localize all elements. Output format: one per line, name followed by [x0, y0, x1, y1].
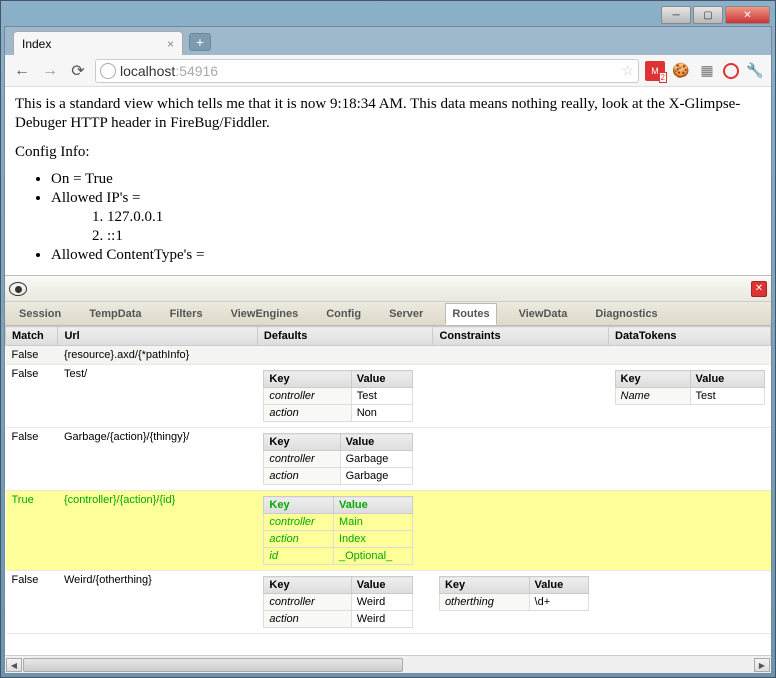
maximize-button[interactable]: ▢: [693, 6, 723, 24]
url-port: :54916: [175, 63, 218, 79]
glimpse-tab-diagnostics[interactable]: Diagnostics: [589, 304, 663, 324]
kv-table: KeyValueNameTest: [615, 370, 765, 405]
globe-icon: [100, 63, 116, 79]
close-window-button[interactable]: ✕: [725, 6, 770, 24]
glimpse-header: ✕: [5, 276, 771, 302]
config-list: On = True Allowed IP's = 127.0.0.1 ::1 A…: [15, 171, 761, 264]
glimpse-tab-viewengines[interactable]: ViewEngines: [225, 304, 305, 324]
col-defaults: Defaults: [257, 327, 433, 346]
cell-tokens: [609, 428, 771, 491]
intro-paragraph: This is a standard view which tells me t…: [15, 95, 761, 133]
scroll-right-button[interactable]: ▶: [754, 658, 770, 672]
tab-close-icon[interactable]: ×: [167, 37, 174, 51]
cell-url: {resource}.axd/{*pathInfo}: [58, 346, 257, 365]
reload-button[interactable]: ⟳: [67, 60, 89, 82]
glimpse-logo-icon: [9, 282, 27, 296]
titlebar[interactable]: ─ ▢ ✕: [4, 4, 772, 26]
routes-table: Match Url Defaults Constraints DataToken…: [5, 326, 771, 634]
horizontal-scrollbar[interactable]: ◀ ▶: [5, 655, 771, 673]
glimpse-panel: ✕ Session TempData Filters ViewEngines Confi…: [5, 275, 771, 673]
config-on: On = True: [51, 171, 761, 188]
col-match: Match: [6, 327, 58, 346]
cell-match: False: [6, 365, 58, 428]
browser-toolbar: ← → ⟳ localhost:54916 ☆ M2 🍪 ▦ 🔧: [5, 55, 771, 87]
config-label: Config Info:: [15, 143, 761, 162]
kv-table: KeyValuecontrollerWeirdactionWeird: [263, 576, 413, 628]
cell-constraints: [433, 365, 609, 428]
cell-defaults: KeyValuecontrollerMainactionIndexid_Opti…: [257, 491, 433, 571]
glimpse-tab-session[interactable]: Session: [13, 304, 67, 324]
bookmark-star-icon[interactable]: ☆: [621, 62, 634, 79]
cell-constraints: [433, 491, 609, 571]
page-content: This is a standard view which tells me t…: [5, 87, 771, 275]
kv-table: KeyValuecontrollerMainactionIndexid_Opti…: [263, 496, 413, 565]
grid-icon[interactable]: ▦: [697, 61, 717, 81]
route-row: FalseGarbage/{action}/{thingy}/KeyValuec…: [6, 428, 771, 491]
cell-url: Weird/{otherthing}: [58, 571, 257, 634]
ip-item: 127.0.0.1: [107, 209, 761, 226]
glimpse-tab-viewdata[interactable]: ViewData: [513, 304, 574, 324]
cell-defaults: KeyValuecontrollerGarbageactionGarbage: [257, 428, 433, 491]
cell-defaults: [257, 346, 433, 365]
cell-url: {controller}/{action}/{id}: [58, 491, 257, 571]
cell-constraints: KeyValueotherthing\d+: [433, 571, 609, 634]
cookie-icon[interactable]: 🍪: [671, 61, 691, 81]
new-tab-button[interactable]: +: [189, 33, 211, 51]
ip-list: 127.0.0.1 ::1: [51, 209, 761, 245]
cell-defaults: KeyValuecontrollerWeirdactionWeird: [257, 571, 433, 634]
scroll-left-button[interactable]: ◀: [6, 658, 22, 672]
glimpse-body: Match Url Defaults Constraints DataToken…: [5, 326, 771, 655]
route-row: FalseTest/KeyValuecontrollerTestactionNo…: [6, 365, 771, 428]
window-frame: ─ ▢ ✕ Index × + ← → ⟳ localhost:54916 ☆ …: [0, 0, 776, 678]
glimpse-tab-routes[interactable]: Routes: [445, 303, 496, 325]
cell-match: False: [6, 571, 58, 634]
ip-item: ::1: [107, 228, 761, 245]
glimpse-tab-tempdata[interactable]: TempData: [83, 304, 147, 324]
tab-strip: Index × +: [5, 27, 771, 55]
config-allowed-ct: Allowed ContentType's =: [51, 247, 761, 264]
address-bar[interactable]: localhost:54916 ☆: [95, 59, 639, 83]
col-url: Url: [58, 327, 257, 346]
col-datatokens: DataTokens: [609, 327, 771, 346]
route-row: True{controller}/{action}/{id}KeyValueco…: [6, 491, 771, 571]
route-row: False{resource}.axd/{*pathInfo}: [6, 346, 771, 365]
cell-tokens: KeyValueNameTest: [609, 365, 771, 428]
cell-url: Test/: [58, 365, 257, 428]
forward-button: →: [39, 60, 61, 82]
cell-match: False: [6, 346, 58, 365]
adblock-icon[interactable]: [723, 63, 739, 79]
glimpse-tab-config[interactable]: Config: [320, 304, 367, 324]
col-constraints: Constraints: [433, 327, 609, 346]
config-allowed-ip: Allowed IP's = 127.0.0.1 ::1: [51, 190, 761, 245]
glimpse-close-button[interactable]: ✕: [751, 281, 767, 297]
kv-table: KeyValuecontrollerGarbageactionGarbage: [263, 433, 413, 485]
glimpse-tab-filters[interactable]: Filters: [164, 304, 209, 324]
cell-match: False: [6, 428, 58, 491]
glimpse-tabs: Session TempData Filters ViewEngines Config S…: [5, 302, 771, 326]
cell-tokens: [609, 346, 771, 365]
kv-table: KeyValuecontrollerTestactionNon: [263, 370, 413, 422]
url-host: localhost: [120, 63, 175, 79]
cell-tokens: [609, 491, 771, 571]
cell-constraints: [433, 346, 609, 365]
browser-tab[interactable]: Index ×: [13, 31, 183, 55]
gmail-icon[interactable]: M2: [645, 61, 665, 81]
wrench-icon[interactable]: 🔧: [745, 61, 765, 81]
glimpse-tab-server[interactable]: Server: [383, 304, 429, 324]
cell-tokens: [609, 571, 771, 634]
tab-title: Index: [22, 37, 51, 51]
cell-url: Garbage/{action}/{thingy}/: [58, 428, 257, 491]
cell-defaults: KeyValuecontrollerTestactionNon: [257, 365, 433, 428]
route-row: FalseWeird/{otherthing}KeyValuecontrolle…: [6, 571, 771, 634]
browser-window: Index × + ← → ⟳ localhost:54916 ☆ M2 🍪 ▦…: [4, 26, 772, 674]
routes-header-row: Match Url Defaults Constraints DataToken…: [6, 327, 771, 346]
kv-table: KeyValueotherthing\d+: [439, 576, 589, 611]
minimize-button[interactable]: ─: [661, 6, 691, 24]
cell-match: True: [6, 491, 58, 571]
back-button[interactable]: ←: [11, 60, 33, 82]
scroll-thumb[interactable]: [23, 658, 403, 672]
cell-constraints: [433, 428, 609, 491]
